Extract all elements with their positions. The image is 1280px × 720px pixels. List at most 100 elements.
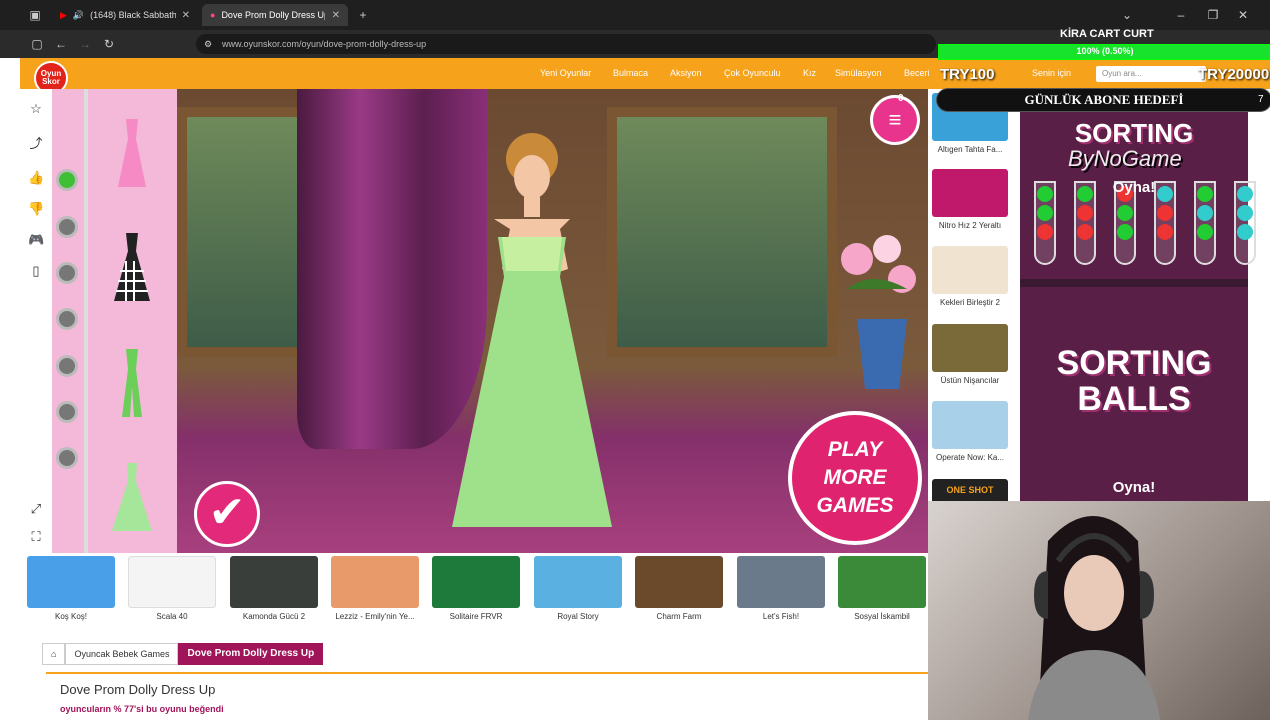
ad-panel: SORTING Oyna! bbox=[1020, 89, 1256, 279]
menu-button[interactable]: ≡ bbox=[870, 95, 920, 145]
search-input[interactable]: Oyun ara... bbox=[1096, 66, 1206, 82]
nav-senin-icin[interactable]: Senin için bbox=[1032, 68, 1071, 78]
ad-title: BALLS bbox=[1077, 380, 1191, 418]
streamer-watermark: ByNoGame bbox=[1068, 146, 1182, 171]
nav-aksiyon[interactable]: Aksiyon bbox=[670, 68, 702, 78]
game-card[interactable]: ONE SHOT bbox=[932, 479, 1008, 501]
site-info-icon[interactable]: ⚙ bbox=[204, 39, 212, 50]
tab-label: (1648) Black Sabbath - War bbox=[90, 10, 176, 20]
logo-text-2: Skor bbox=[42, 77, 60, 86]
game-card[interactable]: Charm Farm bbox=[635, 556, 723, 621]
maximize-icon[interactable]: ❐ bbox=[1204, 6, 1222, 24]
page-margin bbox=[0, 58, 20, 720]
game-card-title: Lezziz - Emily'nin Ye... bbox=[335, 612, 415, 621]
game-card[interactable]: Kekleri Birleştir 2 bbox=[932, 246, 1008, 307]
play-more-games-button[interactable]: PLAY MORE GAMES bbox=[788, 411, 922, 545]
dress-slider-knob[interactable] bbox=[56, 401, 78, 423]
breadcrumb-category[interactable]: Oyuncak Bebek Games bbox=[65, 643, 179, 665]
reload-icon[interactable]: ↻ bbox=[100, 35, 118, 53]
game-thumbnail bbox=[635, 556, 723, 608]
breadcrumb-home[interactable]: ⌂ bbox=[42, 643, 66, 665]
tab-list-icon[interactable]: ⌄ bbox=[1118, 6, 1136, 24]
game-canvas[interactable]: ≡ 0 ✔ PLAY MORE GAMES bbox=[52, 89, 928, 553]
related-games-list: Altıgen Tahta Fa... Nitro Hız 2 Yeraltı … bbox=[928, 89, 1010, 501]
game-card[interactable]: Royal Story bbox=[534, 556, 622, 621]
dress-slider-knob[interactable] bbox=[56, 355, 78, 377]
game-card-title: Let's Fish! bbox=[762, 612, 800, 621]
menu-count-badge: 0 bbox=[898, 93, 904, 104]
game-thumbnail bbox=[230, 556, 318, 608]
back-icon[interactable]: ← bbox=[52, 35, 70, 53]
share-icon[interactable]: ⤴ bbox=[28, 136, 44, 152]
tab-actions-icon[interactable]: ▣ bbox=[26, 6, 44, 24]
flower-vase bbox=[841, 235, 916, 389]
page-title: Dove Prom Dolly Dress Up bbox=[60, 682, 216, 697]
star-icon[interactable]: ☆ bbox=[28, 101, 44, 117]
tab-youtube[interactable]: ▶ 🔊 (1648) Black Sabbath - War ✕ bbox=[52, 4, 198, 26]
close-window-icon[interactable]: ✕ bbox=[1234, 6, 1252, 24]
doll-character bbox=[452, 133, 612, 527]
checkered-dress-thumbnail[interactable] bbox=[110, 231, 154, 303]
nav-simulasyon[interactable]: Simülasyon bbox=[835, 68, 882, 78]
ad-play-button[interactable]: Oyna! bbox=[1020, 179, 1248, 196]
dress-slider-knob[interactable] bbox=[56, 447, 78, 469]
ad-panel: SORTING BALLS Oyna! bbox=[1020, 287, 1248, 501]
dress-slider-knob[interactable] bbox=[56, 216, 78, 238]
ad-play-button[interactable]: Oyna! bbox=[1020, 479, 1248, 496]
nav-cok-oyunculu[interactable]: Çok Oyunculu bbox=[724, 68, 781, 78]
forward-icon[interactable]: → bbox=[76, 35, 94, 53]
game-card-title: Koş Koş! bbox=[54, 612, 87, 621]
game-thumbnail bbox=[932, 246, 1008, 294]
game-card[interactable]: Üstün Nişancılar bbox=[932, 324, 1008, 385]
url-field[interactable]: ⚙ www.oyunskor.com/oyun/dove-prom-dolly-… bbox=[196, 34, 936, 54]
slider-rail bbox=[84, 89, 88, 553]
game-card[interactable]: Lezziz - Emily'nin Ye... bbox=[331, 556, 419, 621]
dress-slider-knob[interactable] bbox=[56, 308, 78, 330]
green-gown-thumbnail[interactable] bbox=[110, 461, 154, 533]
done-checkmark-button[interactable]: ✔ bbox=[194, 481, 260, 547]
new-tab-icon[interactable]: + bbox=[354, 6, 372, 24]
game-thumbnail bbox=[932, 169, 1008, 217]
nav-kiz[interactable]: Kız bbox=[803, 68, 816, 78]
game-thumbnail bbox=[737, 556, 825, 608]
gamepad-icon[interactable]: 🎮 bbox=[28, 232, 44, 248]
close-tab-icon[interactable]: ✕ bbox=[332, 10, 340, 21]
tab-label: Dove Prom Dolly Dress Up - Oy bbox=[221, 10, 325, 20]
game-card[interactable]: Nitro Hız 2 Yeraltı bbox=[932, 169, 1008, 230]
game-card[interactable]: Let's Fish! bbox=[737, 556, 825, 621]
game-card[interactable]: Kamonda Gücü 2 bbox=[230, 556, 318, 621]
green-jumpsuit-thumbnail[interactable] bbox=[110, 347, 154, 419]
dress-slider-knob[interactable] bbox=[56, 262, 78, 284]
bottom-games-strip: Koş Koş! Scala 40 Kamonda Gücü 2 Lezziz … bbox=[20, 553, 928, 625]
nav-bulmaca[interactable]: Bulmaca bbox=[613, 68, 648, 78]
mobile-icon[interactable]: ▯ bbox=[28, 263, 44, 279]
tab-game[interactable]: ● Dove Prom Dolly Dress Up - Oy ✕ bbox=[202, 4, 348, 26]
game-card-title: Kamonda Gücü 2 bbox=[242, 612, 306, 621]
game-card-title: Kekleri Birleştir 2 bbox=[939, 298, 1000, 307]
pink-dress-thumbnail[interactable] bbox=[110, 117, 154, 189]
game-card[interactable]: Koş Koş! bbox=[27, 556, 115, 621]
game-card-title: Üstün Nişancılar bbox=[940, 376, 1000, 385]
hamburger-icon: ≡ bbox=[888, 107, 902, 132]
sidebar-toggle-icon[interactable]: ▢ bbox=[28, 35, 46, 53]
game-thumbnail bbox=[331, 556, 419, 608]
nav-beceri[interactable]: Beceri bbox=[904, 68, 930, 78]
dress-slider-knob[interactable] bbox=[56, 169, 78, 191]
game-card-title: Nitro Hız 2 Yeraltı bbox=[938, 221, 1002, 230]
game-thumbnail bbox=[534, 556, 622, 608]
fullscreen-icon[interactable]: ⛶ bbox=[28, 529, 44, 545]
breadcrumb: ⌂ Oyuncak Bebek Games Dove Prom Dolly Dr… bbox=[42, 643, 324, 665]
rating-text: oyuncuların % 77'si bu oyunu beğendi bbox=[60, 704, 224, 714]
expand-icon[interactable]: ⤢ bbox=[28, 501, 44, 517]
minimize-icon[interactable]: – bbox=[1172, 6, 1190, 24]
thumbs-up-icon[interactable]: 👍 bbox=[28, 170, 44, 186]
page-margin bbox=[1270, 0, 1280, 720]
thumbs-down-icon[interactable]: 👎 bbox=[28, 201, 44, 217]
close-tab-icon[interactable]: ✕ bbox=[182, 10, 190, 21]
audio-icon: 🔊 bbox=[72, 9, 85, 20]
game-card[interactable]: Sosyal İskambil bbox=[838, 556, 926, 621]
game-card[interactable]: Scala 40 bbox=[128, 556, 216, 621]
game-card[interactable]: Operate Now: Ka... bbox=[932, 401, 1008, 462]
game-card[interactable]: Solitaire FRVR bbox=[432, 556, 520, 621]
nav-yeni-oyunlar[interactable]: Yeni Oyunlar bbox=[540, 68, 591, 78]
